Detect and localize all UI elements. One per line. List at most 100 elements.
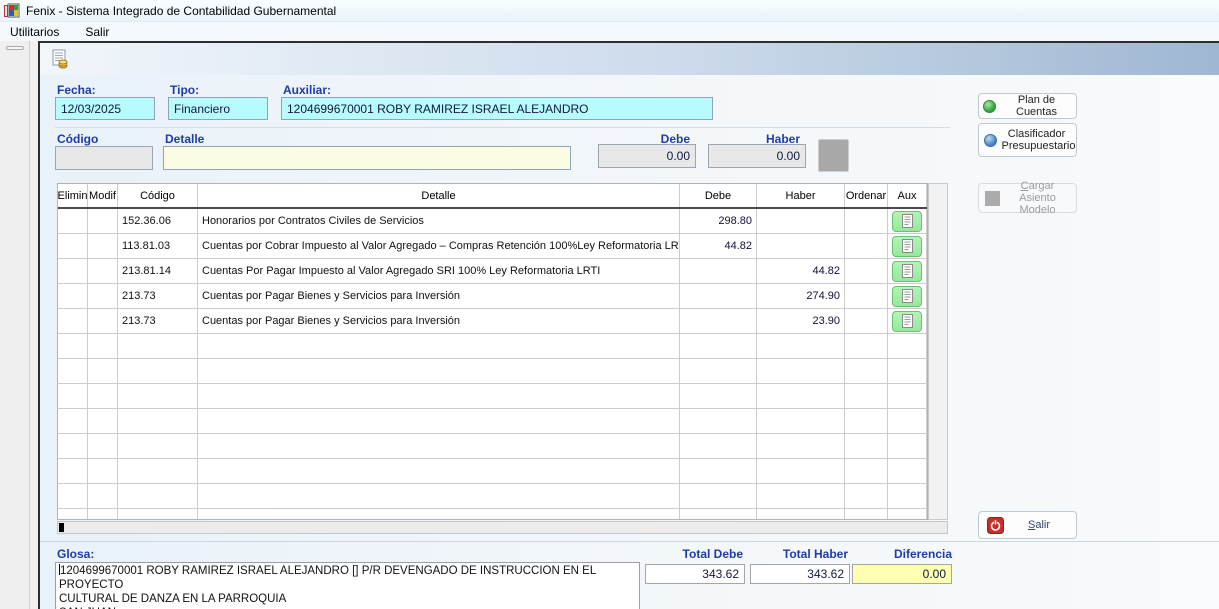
header-detalle[interactable]: Detalle [198, 184, 680, 207]
cell-modif[interactable] [88, 284, 118, 309]
aux-button[interactable] [892, 211, 922, 232]
plan-de-cuentas-button[interactable]: Plan de Cuentas [978, 93, 1077, 119]
salir-button[interactable]: Salir [978, 511, 1077, 539]
detalle-input[interactable] [163, 146, 571, 170]
header-haber[interactable]: Haber [757, 184, 845, 207]
collapsed-side-panel[interactable] [0, 41, 30, 609]
cell-elimin[interactable] [58, 259, 88, 284]
cell-codigo: 213.73 [118, 284, 198, 309]
cell-debe [680, 309, 757, 334]
green-sphere-icon [983, 100, 996, 113]
cell-elimin[interactable] [58, 309, 88, 334]
cell-haber [757, 209, 845, 234]
total-haber-label: Total Haber [748, 547, 848, 561]
cargar-asiento-label: Cargar Asiento Modelo [1005, 180, 1071, 216]
scrollbar-thumb[interactable] [59, 523, 64, 532]
cell-elimin[interactable] [58, 234, 88, 259]
splitter-handle[interactable] [6, 46, 24, 50]
menu-bar: Utilitarios Salir [0, 22, 1219, 41]
table-row-empty[interactable] [58, 384, 927, 409]
document-coins-icon [50, 49, 70, 69]
aux-button[interactable] [892, 236, 922, 257]
cell-modif[interactable] [88, 209, 118, 234]
cell-haber: 23.90 [757, 309, 845, 334]
aux-button[interactable] [892, 311, 922, 332]
table-row-empty[interactable] [58, 509, 927, 520]
cell-ordenar[interactable] [845, 209, 888, 234]
new-entry-button[interactable] [48, 47, 72, 71]
codigo-input[interactable] [55, 146, 153, 170]
add-entry-button[interactable] [818, 139, 849, 172]
clasificador-label: Clasificador Presupuestario [1002, 128, 1072, 152]
entries-table: Elimin Modif Código Detalle Debe Haber O… [57, 183, 928, 520]
debe-input[interactable]: 0.00 [598, 144, 696, 168]
diferencia-field: 0.00 [852, 564, 952, 584]
table-row[interactable]: 113.81.03 Cuentas por Cobrar Impuesto al… [58, 234, 927, 259]
note-icon [902, 314, 913, 328]
table-row[interactable]: 213.81.14 Cuentas Por Pagar Impuesto al … [58, 259, 927, 284]
tipo-label: Tipo: [170, 83, 199, 97]
app-window: Fenix - Sistema Integrado de Contabilida… [0, 0, 1219, 609]
window-title: Fenix - Sistema Integrado de Contabilida… [26, 4, 336, 18]
table-row-empty[interactable] [58, 409, 927, 434]
table-row[interactable]: 152.36.06 Honorarios por Contratos Civil… [58, 209, 927, 234]
codigo-label: Código [57, 132, 98, 146]
fecha-label: Fecha: [57, 83, 96, 97]
haber-input[interactable]: 0.00 [708, 144, 806, 168]
cell-debe: 298.80 [680, 209, 757, 234]
cell-detalle: Cuentas por Pagar Bienes y Servicios par… [198, 309, 680, 334]
gray-square-icon [985, 191, 1000, 206]
table-horizontal-scrollbar[interactable] [57, 521, 948, 534]
glosa-label: Glosa: [57, 547, 94, 561]
table-row-empty[interactable] [58, 359, 927, 384]
header-modif[interactable]: Modif [88, 184, 118, 207]
cargar-asiento-modelo-button[interactable]: Cargar Asiento Modelo [978, 183, 1077, 213]
table-row[interactable]: 213.73 Cuentas por Pagar Bienes y Servic… [58, 284, 927, 309]
aux-button[interactable] [892, 261, 922, 282]
separator-line [55, 127, 950, 128]
blue-sphere-icon [984, 134, 997, 147]
plan-de-cuentas-label: Plan de Cuentas [1001, 94, 1072, 118]
cell-ordenar[interactable] [845, 309, 888, 334]
power-icon [987, 517, 1004, 534]
cell-haber: 44.82 [757, 259, 845, 284]
toolbar [40, 43, 1219, 75]
header-elimin[interactable]: Elimin [58, 184, 88, 207]
menu-utilitarios[interactable]: Utilitarios [8, 24, 61, 40]
cell-codigo: 213.81.14 [118, 259, 198, 284]
aux-button[interactable] [892, 286, 922, 307]
table-row[interactable]: 213.73 Cuentas por Pagar Bienes y Servic… [58, 309, 927, 334]
cell-detalle: Cuentas por Cobrar Impuesto al Valor Agr… [198, 234, 680, 259]
cell-elimin[interactable] [58, 209, 88, 234]
cell-detalle: Honorarios por Contratos Civiles de Serv… [198, 209, 680, 234]
cell-modif[interactable] [88, 234, 118, 259]
cell-ordenar[interactable] [845, 284, 888, 309]
cell-debe: 44.82 [680, 234, 757, 259]
cell-modif[interactable] [88, 309, 118, 334]
auxiliar-field[interactable]: 1204699670001 ROBY RAMIREZ ISRAEL ALEJAN… [281, 97, 713, 120]
tipo-field[interactable]: Financiero [168, 97, 268, 120]
detalle-label: Detalle [165, 132, 204, 146]
cell-ordenar[interactable] [845, 234, 888, 259]
glosa-textarea[interactable]: 1204699670001 ROBY RAMIREZ ISRAEL ALEJAN… [55, 562, 640, 609]
table-row-empty[interactable] [58, 334, 927, 359]
cell-elimin[interactable] [58, 284, 88, 309]
note-icon [902, 289, 913, 303]
table-row-empty[interactable] [58, 434, 927, 459]
table-header-row: Elimin Modif Código Detalle Debe Haber O… [58, 184, 927, 209]
cell-modif[interactable] [88, 259, 118, 284]
header-ordenar[interactable]: Ordenar [845, 184, 888, 207]
header-aux[interactable]: Aux [888, 184, 927, 207]
cell-ordenar[interactable] [845, 259, 888, 284]
clasificador-presupuestario-button[interactable]: Clasificador Presupuestario [978, 123, 1077, 157]
header-codigo[interactable]: Código [118, 184, 198, 207]
table-row-empty[interactable] [58, 484, 927, 509]
table-vertical-scrollbar[interactable] [928, 183, 948, 520]
cell-detalle: Cuentas por Pagar Bienes y Servicios par… [198, 284, 680, 309]
table-row-empty[interactable] [58, 459, 927, 484]
fecha-field[interactable]: 12/03/2025 [55, 97, 155, 120]
cell-detalle: Cuentas Por Pagar Impuesto al Valor Agre… [198, 259, 680, 284]
menu-salir[interactable]: Salir [83, 24, 111, 40]
header-debe[interactable]: Debe [680, 184, 757, 207]
cell-haber: 274.90 [757, 284, 845, 309]
